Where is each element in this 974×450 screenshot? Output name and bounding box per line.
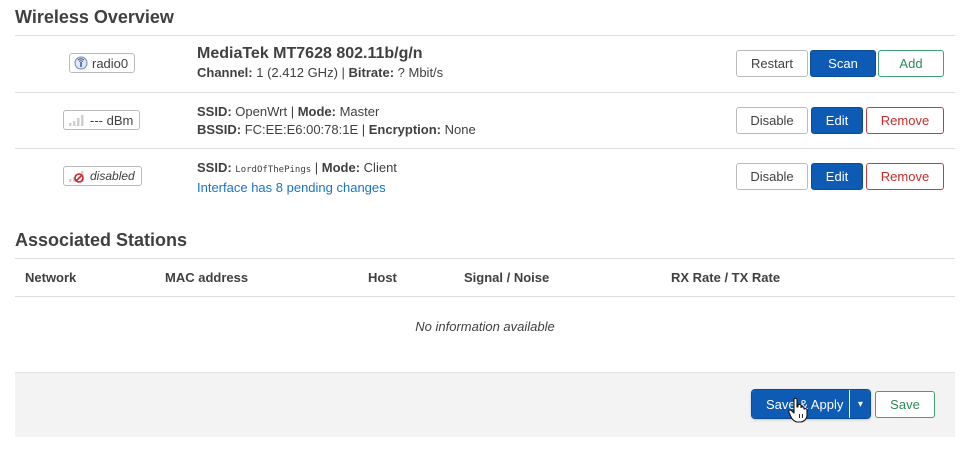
encryption-key: Encryption: <box>368 122 441 137</box>
bitrate-value: ? Mbit/s <box>397 65 444 80</box>
signal-label: --- dBm <box>90 112 134 128</box>
bssid-key: BSSID: <box>197 122 242 137</box>
hand-cursor-icon <box>788 397 808 426</box>
signal-badge: --- dBm <box>63 110 141 130</box>
ssid-value: LordOfThePings <box>235 165 312 175</box>
disabled-badge: disabled <box>63 166 142 186</box>
scan-button[interactable]: Scan <box>810 50 876 77</box>
column-network: Network <box>25 270 77 285</box>
bssid-encryption-line: BSSID: FC:EE:E6:00:78:1E | Encryption: N… <box>197 122 476 137</box>
restart-button[interactable]: Restart <box>736 50 808 77</box>
bitrate-key: Bitrate: <box>348 65 395 80</box>
edit-button[interactable]: Edit <box>811 163 863 190</box>
radio-info: MediaTek MT7628 802.11b/g/n Channel: 1 (… <box>197 44 443 82</box>
no-information-message: No information available <box>415 319 555 334</box>
disabled-label: disabled <box>90 169 135 183</box>
channel-value: 1 (2.412 GHz) <box>256 65 338 80</box>
stations-header-row: Network MAC address Host Signal / Noise … <box>15 259 955 297</box>
signal-icon <box>68 113 86 127</box>
wifi-network-row-openwrt: --- dBm SSID: OpenWrt | Mode: Master BSS… <box>15 93 955 149</box>
page: Wireless Overview radio0 MediaTek MT7628… <box>0 0 974 450</box>
client-info: SSID: LordOfThePings | Mode: Client Inte… <box>197 159 397 197</box>
wireless-table: radio0 MediaTek MT7628 802.11b/g/n Chann… <box>15 35 955 205</box>
radio-icon <box>74 56 88 70</box>
footer-actions: Save & Apply ▾ Save <box>15 372 955 437</box>
save-apply-dropdown-toggle[interactable]: ▾ <box>849 390 871 418</box>
disable-button[interactable]: Disable <box>736 163 808 190</box>
save-apply-split-button: Save & Apply ▾ <box>752 390 871 418</box>
signal-disabled-icon <box>68 169 86 183</box>
wifi-network-row-client: disabled SSID: LordOfThePings | Mode: Cl… <box>15 149 955 205</box>
device-title: MediaTek MT7628 802.11b/g/n <box>197 45 423 62</box>
ssid-value: OpenWrt <box>235 104 288 119</box>
column-mac-address: MAC address <box>165 270 249 285</box>
radio0-badge: radio0 <box>69 53 136 73</box>
add-button[interactable]: Add <box>878 50 944 77</box>
bssid-value: FC:EE:E6:00:78:1E <box>244 122 359 137</box>
remove-button[interactable]: Remove <box>866 163 944 190</box>
ssid-mode-line: SSID: OpenWrt | Mode: Master <box>197 104 380 119</box>
edit-button[interactable]: Edit <box>811 107 863 134</box>
wireless-overview-heading: Wireless Overview <box>15 7 174 27</box>
pending-changes-note: Interface has 8 pending changes <box>197 180 386 195</box>
radio0-label: radio0 <box>92 55 129 71</box>
encryption-value: None <box>444 122 476 137</box>
disable-button[interactable]: Disable <box>736 107 808 134</box>
ssid-key: SSID: <box>197 160 232 175</box>
openwrt-info: SSID: OpenWrt | Mode: Master BSSID: FC:E… <box>197 103 476 139</box>
channel-key: Channel: <box>197 65 253 80</box>
ssid-key: SSID: <box>197 104 232 119</box>
remove-button[interactable]: Remove <box>866 107 944 134</box>
ssid-mode-line: SSID: LordOfThePings | Mode: Client <box>197 160 397 175</box>
mode-value: Client <box>363 160 397 175</box>
mode-value: Master <box>339 104 380 119</box>
stations-table: Network MAC address Host Signal / Noise … <box>15 258 955 334</box>
associated-stations-heading: Associated Stations <box>15 230 188 250</box>
column-signal-noise: Signal / Noise <box>464 270 550 285</box>
column-host: Host <box>368 270 397 285</box>
save-button[interactable]: Save <box>875 391 935 418</box>
channel-line: Channel: 1 (2.412 GHz) | Bitrate: ? Mbit… <box>197 65 444 80</box>
radio-device-row: radio0 MediaTek MT7628 802.11b/g/n Chann… <box>15 36 955 93</box>
mode-key: Mode: <box>297 104 336 119</box>
column-rx-tx-rate: RX Rate / TX Rate <box>671 270 781 285</box>
mode-key: Mode: <box>321 160 361 175</box>
chevron-down-icon: ▾ <box>857 398 863 410</box>
